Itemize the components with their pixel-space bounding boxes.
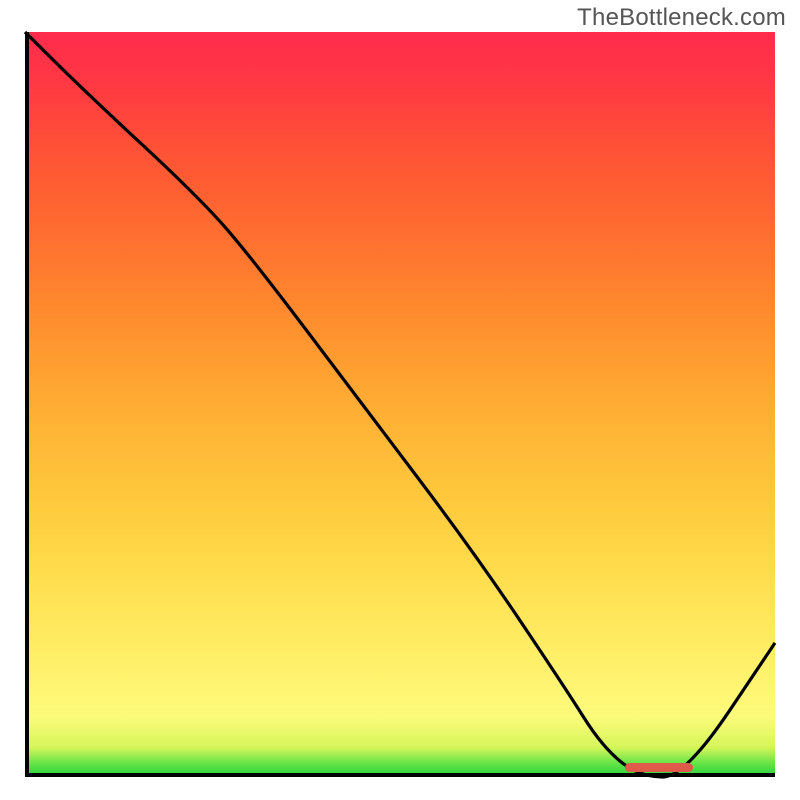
x-axis (25, 773, 775, 777)
attribution-text: TheBottleneck.com (577, 4, 786, 32)
bottleneck-curve (25, 32, 775, 777)
optimal-marker (625, 763, 693, 772)
chart-container: TheBottleneck.com (0, 0, 800, 800)
y-axis (25, 32, 29, 777)
